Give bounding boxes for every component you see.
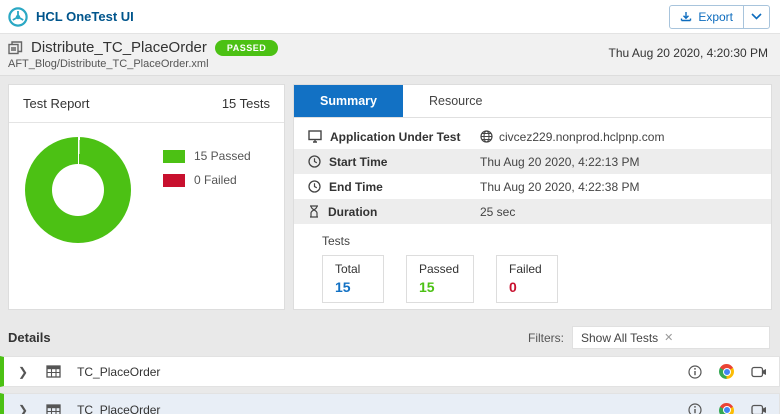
summary-rows: Application Under Test civcez229.nonprod… xyxy=(294,118,771,224)
test-row-1[interactable]: ❯ TC_PlaceOrder xyxy=(0,356,780,387)
download-icon xyxy=(680,11,692,23)
aut-label: Application Under Test xyxy=(330,129,461,144)
passed-tests-box: Passed 15 xyxy=(406,255,475,303)
test-row-name: TC_PlaceOrder xyxy=(77,403,161,414)
summary-row-start-time: Start Time Thu Aug 20 2020, 4:22:13 PM xyxy=(294,149,771,174)
tab-summary[interactable]: Summary xyxy=(294,85,403,117)
export-button[interactable]: Export xyxy=(670,6,743,28)
filter-input[interactable]: Show All Tests ✕ xyxy=(572,326,770,349)
tests-summary-label: Tests xyxy=(322,234,351,248)
test-grid-icon xyxy=(46,403,61,414)
legend-item-failed: 0 Failed xyxy=(163,173,251,187)
status-badge: PASSED xyxy=(214,39,279,56)
app-header: HCL OneTest UI Export xyxy=(0,0,780,34)
test-info-bar: Distribute_TC_PlaceOrder PASSED AFT_Blog… xyxy=(0,34,780,76)
legend-passed-label: 15 Passed xyxy=(194,149,251,163)
test-row-name: TC_PlaceOrder xyxy=(77,364,161,379)
end-time-value: Thu Aug 20 2020, 4:22:38 PM xyxy=(480,179,640,194)
hourglass-icon xyxy=(308,205,320,218)
info-icon[interactable] xyxy=(688,403,702,414)
start-time-label: Start Time xyxy=(329,154,388,169)
passed-label: Passed xyxy=(419,262,460,276)
passed-swatch xyxy=(163,149,185,163)
clock-icon xyxy=(308,180,321,193)
legend-failed-label: 0 Failed xyxy=(194,173,237,187)
main-content: Test Report 15 Tests 15 Passed 0 Failed … xyxy=(0,76,780,318)
test-file-path: AFT_Blog/Distribute_TC_PlaceOrder.xml xyxy=(8,58,209,70)
video-recording-icon[interactable] xyxy=(751,366,767,378)
filter-chip: Show All Tests xyxy=(581,330,659,345)
pass-fail-donut xyxy=(25,137,131,243)
export-dropdown-button[interactable] xyxy=(743,5,769,28)
legend-item-passed: 15 Passed xyxy=(163,149,251,163)
tab-strip: Summary Resource xyxy=(294,85,771,118)
details-header: Details Filters: Show All Tests ✕ xyxy=(0,318,780,356)
chevron-down-icon xyxy=(751,13,762,20)
tests-summary: Tests Total 15 Passed 15 Failed 0 xyxy=(294,224,771,303)
monitor-icon xyxy=(308,130,322,143)
test-row-2[interactable]: ❯ TC_PlaceOrder xyxy=(0,393,780,414)
chrome-browser-icon[interactable] xyxy=(719,402,734,414)
test-report-title: Test Report xyxy=(23,96,90,111)
total-value: 15 xyxy=(335,279,351,295)
export-button-label: Export xyxy=(698,9,733,24)
report-timestamp: Thu Aug 20 2020, 4:20:30 PM xyxy=(608,46,768,60)
summary-panel: Summary Resource Application Under Test xyxy=(293,84,772,310)
test-grid-icon xyxy=(46,365,61,378)
video-recording-icon[interactable] xyxy=(751,404,767,414)
report-document-icon xyxy=(8,40,23,55)
failed-swatch xyxy=(163,173,185,187)
total-label: Total xyxy=(335,262,361,276)
passed-value: 15 xyxy=(419,279,435,295)
total-tests-box: Total 15 xyxy=(322,255,384,303)
globe-icon xyxy=(480,130,493,143)
info-icon[interactable] xyxy=(688,364,702,379)
failed-label: Failed xyxy=(509,262,542,276)
end-time-label: End Time xyxy=(329,179,383,194)
expand-chevron-icon[interactable]: ❯ xyxy=(18,403,28,414)
app-title: HCL OneTest UI xyxy=(36,9,134,24)
duration-value: 25 sec xyxy=(480,204,516,219)
chart-legend: 15 Passed 0 Failed xyxy=(163,149,251,243)
failed-value: 0 xyxy=(509,279,517,295)
test-title: Distribute_TC_PlaceOrder xyxy=(31,39,207,56)
export-split-button[interactable]: Export xyxy=(669,4,770,29)
expand-chevron-icon[interactable]: ❯ xyxy=(18,365,28,379)
brand: HCL OneTest UI xyxy=(8,6,134,27)
filter-chip-remove-icon[interactable]: ✕ xyxy=(664,331,673,344)
failed-tests-box: Failed 0 xyxy=(496,255,559,303)
start-time-value: Thu Aug 20 2020, 4:22:13 PM xyxy=(480,154,640,169)
chrome-browser-icon[interactable] xyxy=(719,364,734,379)
tests-count: 15 Tests xyxy=(221,96,270,111)
hcl-onetest-logo-icon xyxy=(8,6,28,27)
details-title: Details xyxy=(8,330,51,345)
test-report-panel: Test Report 15 Tests 15 Passed 0 Failed xyxy=(8,84,285,310)
filters-label: Filters: xyxy=(528,330,564,345)
duration-label: Duration xyxy=(328,204,378,219)
aut-value: civcez229.nonprod.hclpnp.com xyxy=(499,129,665,144)
summary-row-duration: Duration 25 sec xyxy=(294,199,771,224)
clock-icon xyxy=(308,155,321,168)
summary-row-end-time: End Time Thu Aug 20 2020, 4:22:38 PM xyxy=(294,174,771,199)
summary-row-aut: Application Under Test civcez229.nonprod… xyxy=(294,124,771,149)
tab-resource[interactable]: Resource xyxy=(403,85,509,117)
